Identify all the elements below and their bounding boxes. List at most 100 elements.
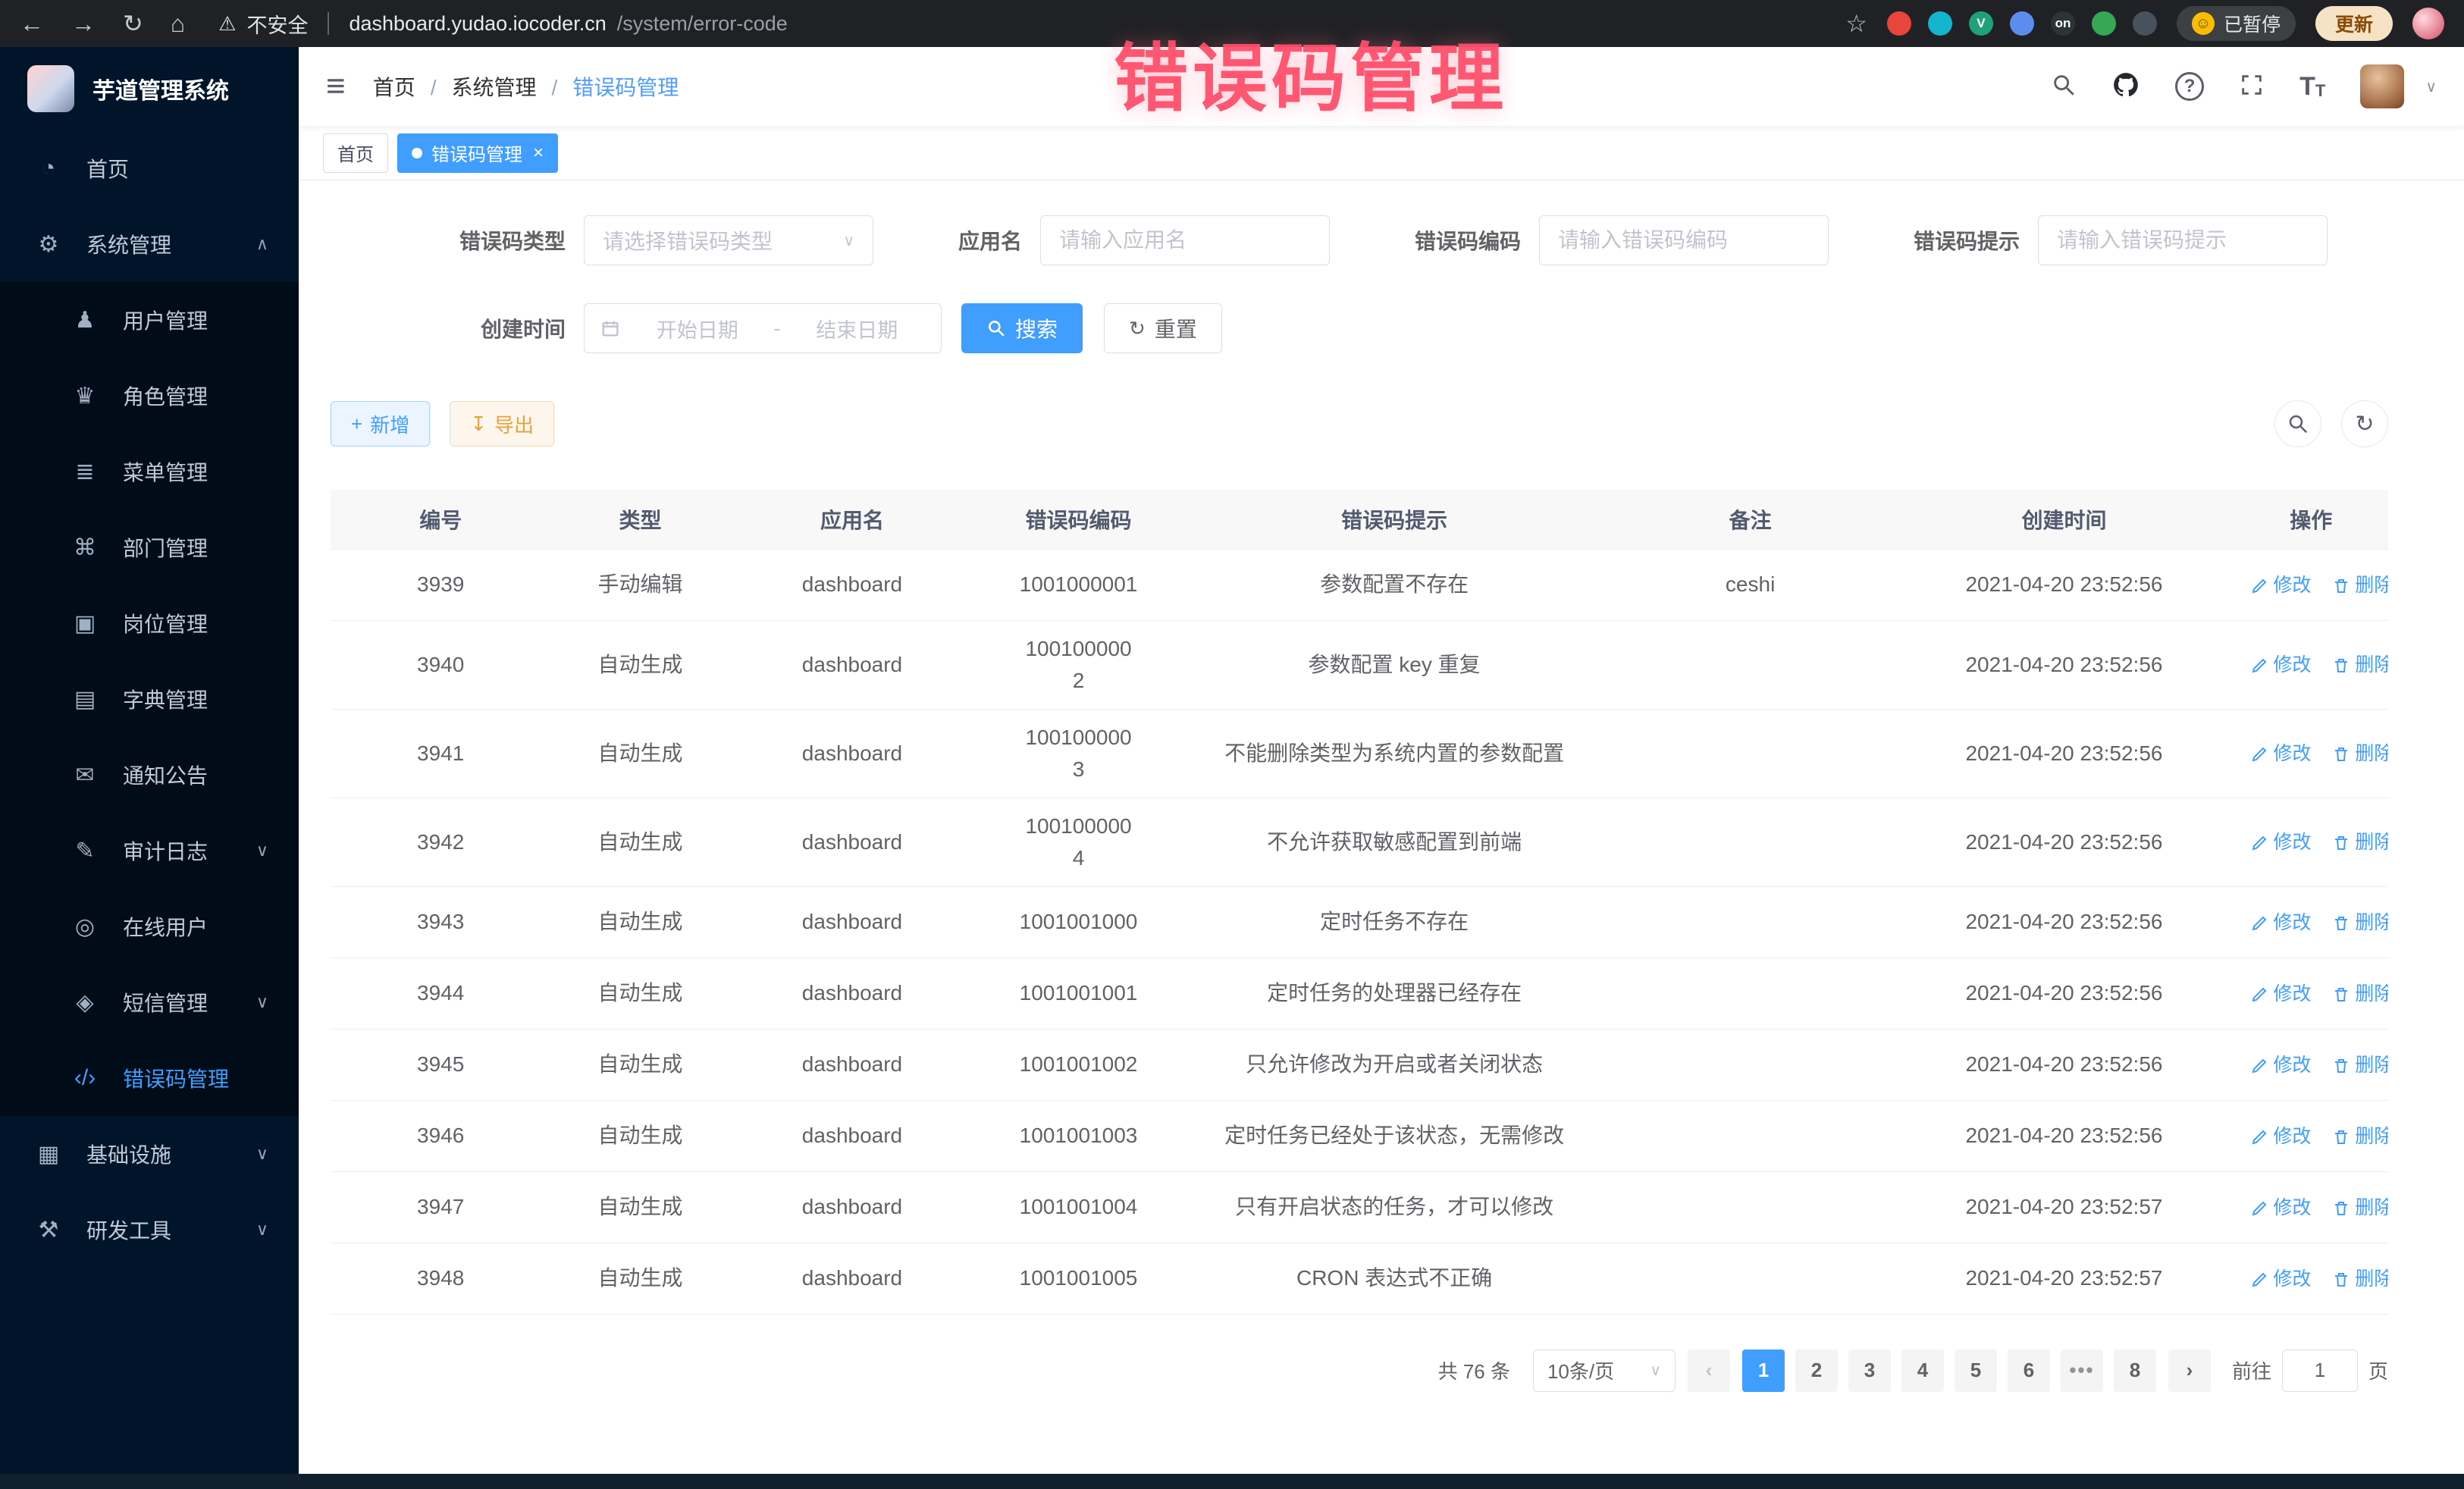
edit-link[interactable]: 修改	[2250, 829, 2311, 857]
sidebar-item-menu[interactable]: ≣ 菜单管理	[0, 434, 299, 509]
sidebar-item-errorcode[interactable]: ‹/› 错误码管理	[0, 1040, 299, 1116]
delete-link[interactable]: 删除	[2332, 651, 2388, 680]
sidebar-item-audit[interactable]: ✎ 审计日志 ∨	[0, 813, 299, 889]
browser-profile-avatar[interactable]	[2412, 8, 2444, 39]
cell-code: 1001001005	[974, 1243, 1182, 1314]
hamburger-icon[interactable]: ≡	[326, 70, 346, 103]
page-size-select[interactable]: 10条/页 ∨	[1533, 1350, 1676, 1392]
post-icon: ▣	[70, 610, 100, 637]
extension-red-icon[interactable]	[1887, 11, 1911, 36]
create-time-range-picker[interactable]: 开始日期 - 结束日期	[584, 303, 942, 353]
browser-reload-icon[interactable]: ↻	[123, 11, 143, 36]
chrome-update-button[interactable]: 更新	[2315, 6, 2393, 41]
reset-button[interactable]: ↻ 重置	[1104, 303, 1222, 353]
sidebar-item-system[interactable]: ⚙ 系统管理 ∧	[0, 206, 299, 282]
sidebar-item-infra[interactable]: ▦ 基础设施 ∨	[0, 1116, 299, 1192]
delete-link[interactable]: 删除	[2332, 909, 2388, 938]
delete-link[interactable]: 删除	[2332, 1052, 2388, 1080]
reset-button-label: 重置	[1155, 313, 1197, 343]
error-code-input[interactable]	[1558, 228, 1810, 252]
sidebar-item-label: 用户管理	[123, 305, 208, 335]
app-name-input[interactable]	[1059, 228, 1311, 252]
filter-time-label: 创建时间	[356, 313, 566, 343]
edit-link[interactable]: 修改	[2250, 1194, 2311, 1223]
sidebar-item-notice[interactable]: ✉ 通知公告	[0, 737, 299, 813]
delete-link[interactable]: 删除	[2332, 1265, 2388, 1294]
cell-hint: 定时任务已经处于该状态，无需修改	[1183, 1100, 1607, 1171]
submenu-chevron-icon: ∨	[256, 1144, 268, 1164]
extension-green-icon[interactable]	[2092, 11, 2116, 36]
font-size-icon[interactable]: TT	[2299, 74, 2325, 99]
address-bar[interactable]: ⚠ 不安全 dashboard.yudao.iocoder.cn/system/…	[218, 9, 788, 39]
refresh-table-icon[interactable]: ↻	[2341, 400, 2388, 447]
help-icon[interactable]: ?	[2175, 72, 2204, 101]
delete-link[interactable]: 删除	[2332, 740, 2388, 769]
sidebar-item-role[interactable]: ♛ 角色管理	[0, 358, 299, 434]
add-button[interactable]: + 新增	[331, 401, 430, 447]
user-avatar[interactable]	[2360, 64, 2404, 108]
error-hint-input[interactable]	[2057, 228, 2309, 252]
search-button[interactable]: 搜索	[961, 303, 1083, 353]
extension-blue-icon[interactable]	[2010, 11, 2034, 36]
sms-icon: ◈	[70, 989, 100, 1016]
sidebar-item-sms[interactable]: ◈ 短信管理 ∨	[0, 964, 299, 1040]
delete-link[interactable]: 删除	[2332, 572, 2388, 600]
app-logo[interactable]: 芋道管理系统	[0, 47, 299, 130]
pager-page-4[interactable]: 4	[1901, 1350, 1944, 1392]
main-area: ≡ 首页 系统管理 错误码管理 ?	[299, 47, 2464, 1474]
extension-gray-icon[interactable]	[2133, 11, 2157, 36]
delete-link[interactable]: 删除	[2332, 1123, 2388, 1152]
tab-error-code[interactable]: 错误码管理 ×	[397, 133, 558, 173]
sidebar-item-user[interactable]: ♟ 用户管理	[0, 282, 299, 358]
edit-link[interactable]: 修改	[2250, 740, 2311, 769]
edit-link[interactable]: 修改	[2250, 1052, 2311, 1080]
sidebar-item-dict[interactable]: ▤ 字典管理	[0, 661, 299, 737]
browser-forward-icon[interactable]: →	[71, 11, 96, 36]
page-content: 错误码类型 请选择错误码类型 ∨ 应用名	[299, 180, 2464, 1474]
goto-label: 前往	[2232, 1356, 2271, 1384]
toggle-search-icon[interactable]	[2274, 400, 2321, 447]
edit-link[interactable]: 修改	[2250, 909, 2311, 938]
sidebar-item-home[interactable]: ◔ 首页	[0, 130, 299, 206]
avatar-caret-down-icon[interactable]: ∨	[2425, 77, 2437, 96]
search-icon[interactable]	[2051, 72, 2077, 102]
edit-link[interactable]: 修改	[2250, 1123, 2311, 1152]
breadcrumb-home[interactable]: 首页	[373, 71, 437, 102]
goto-page-input[interactable]	[2282, 1350, 2358, 1392]
pager-page-8[interactable]: 8	[2114, 1350, 2156, 1392]
tab-close-icon[interactable]: ×	[533, 144, 544, 162]
delete-link[interactable]: 删除	[2332, 1194, 2388, 1223]
sidebar-item-dept[interactable]: ⌘ 部门管理	[0, 509, 299, 585]
vue-devtools-icon[interactable]: V	[1969, 11, 1993, 36]
edit-link[interactable]: 修改	[2250, 1265, 2311, 1294]
pager-page-2[interactable]: 2	[1795, 1350, 1838, 1392]
col-app: 应用名	[730, 490, 975, 549]
extension-teal-icon[interactable]	[1928, 11, 1952, 36]
browser-back-icon[interactable]: ←	[20, 11, 44, 36]
sidebar-item-tools[interactable]: ⚒ 研发工具 ∨	[0, 1192, 299, 1268]
pager-page-3[interactable]: 3	[1848, 1350, 1891, 1392]
github-icon[interactable]	[2111, 71, 2140, 103]
edit-link[interactable]: 修改	[2250, 651, 2311, 680]
delete-link[interactable]: 删除	[2332, 980, 2388, 1009]
edit-link[interactable]: 修改	[2250, 980, 2311, 1009]
breadcrumb-system[interactable]: 系统管理	[451, 71, 557, 102]
error-type-select[interactable]: 请选择错误码类型 ∨	[584, 215, 873, 265]
export-button[interactable]: ↧ 导出	[450, 401, 554, 447]
edit-link[interactable]: 修改	[2250, 572, 2311, 600]
sidebar-item-online[interactable]: ◎ 在线用户	[0, 889, 299, 964]
tab-home[interactable]: 首页	[323, 133, 388, 173]
pager-prev-button[interactable]: ‹	[1688, 1350, 1730, 1392]
paused-profile-badge[interactable]: ☺ 已暂停	[2177, 6, 2296, 41]
bookmark-star-icon[interactable]: ☆	[1845, 9, 1867, 38]
sidebar-item-post[interactable]: ▣ 岗位管理	[0, 585, 299, 661]
pager-ellipsis[interactable]: •••	[2061, 1350, 2103, 1392]
pager-next-button[interactable]: ›	[2168, 1350, 2211, 1392]
browser-home-icon[interactable]: ⌂	[171, 11, 185, 36]
pager-page-5[interactable]: 5	[1955, 1350, 1997, 1392]
extension-dark-icon[interactable]: on	[2051, 11, 2075, 36]
fullscreen-icon[interactable]	[2239, 72, 2265, 102]
pager-page-1[interactable]: 1	[1742, 1350, 1785, 1392]
delete-link[interactable]: 删除	[2332, 829, 2388, 857]
pager-page-6[interactable]: 6	[2008, 1350, 2050, 1392]
